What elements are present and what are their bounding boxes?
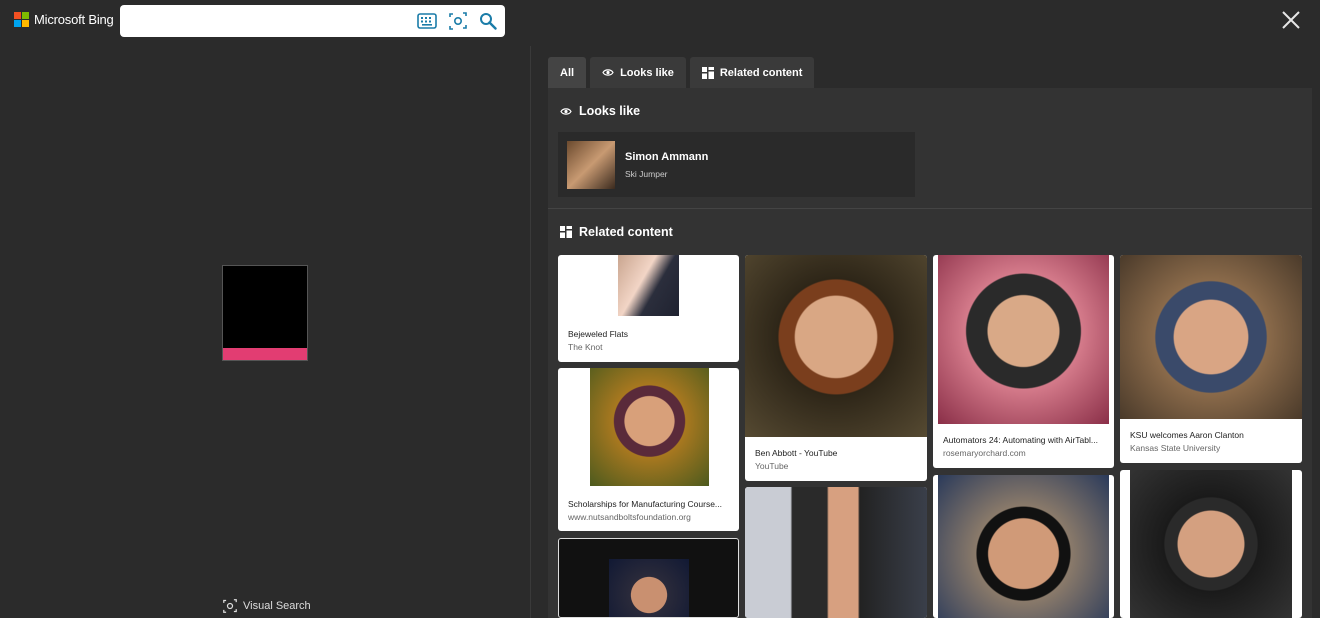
person-photo [567,140,615,189]
looks-like-title: Looks like [579,104,641,118]
person-card[interactable]: Simon Ammann Ski Jumper [558,132,915,197]
related-card[interactable]: Ben Abbott - YouTube YouTube [745,255,927,481]
person-name: Simon Ammann [625,150,709,163]
tab-all[interactable]: All [548,57,587,88]
search-box [120,5,505,37]
related-card[interactable]: Scholarships for Manufacturing Course...… [558,368,739,531]
card-image [618,255,679,316]
eye-icon [560,107,572,115]
tab-all-label: All [560,66,575,79]
eye-icon [602,69,614,76]
close-icon[interactable] [1280,9,1302,31]
results-panel: Looks like Simon Ammann Ski Jumper Relat… [548,88,1312,618]
related-content-title: Related content [579,225,673,239]
card-source: www.nutsandboltsfoundation.org [568,512,691,522]
card-source: YouTube [755,461,789,471]
card-caption: Automators 24: Automating with AirTabl..… [943,435,1098,445]
search-icon[interactable] [478,11,498,31]
card-caption: Bejeweled Flats [568,329,629,339]
card-image [938,475,1109,618]
card-image [609,559,689,617]
card-image [590,368,709,486]
card-source: The Knot [568,342,603,352]
visual-search-label: Visual Search [243,600,311,612]
image-preview-pane: Visual Search [0,46,531,618]
visual-search-button[interactable]: Visual Search [223,599,311,613]
query-image[interactable] [222,265,308,361]
card-image [745,487,927,618]
brand-name: Microsoft Bing [34,12,114,27]
grid-icon [701,66,714,79]
looks-like-heading: Looks like [560,104,640,118]
related-card[interactable]: Automators 24: Automating with AirTabl..… [933,255,1114,468]
tab-related-content-label: Related content [719,66,803,79]
related-card[interactable] [933,475,1114,618]
related-card[interactable] [745,487,927,618]
section-divider [548,208,1312,209]
card-image [745,255,927,437]
person-subtitle: Ski Jumper [625,168,668,179]
query-image-strip [223,348,307,360]
tab-looks-like[interactable]: Looks like [590,57,686,88]
related-card[interactable]: Bejeweled Flats The Knot [558,255,739,362]
card-image [938,255,1109,424]
keyboard-icon[interactable] [417,11,437,31]
card-source: Kansas State University [1130,443,1221,453]
tab-looks-like-label: Looks like [620,66,674,79]
related-card[interactable] [558,538,739,618]
grid-icon [560,226,572,238]
card-source: rosemaryorchard.com [943,448,1026,458]
card-caption: Scholarships for Manufacturing Course... [568,499,723,509]
card-image [1120,255,1302,419]
results-pane: All Looks like Related content Looks lik… [532,46,1320,618]
related-content-heading: Related content [560,225,673,239]
bing-logo[interactable]: Microsoft Bing [14,12,114,27]
card-caption: Ben Abbott - YouTube [755,448,838,458]
results-tabs: All Looks like Related content [548,57,815,88]
related-card[interactable]: KSU welcomes Aaron Clanton Kansas State … [1120,255,1302,463]
card-image [1130,470,1292,618]
search-input[interactable] [128,11,408,31]
visual-search-icon [223,599,237,613]
microsoft-logo-icon [14,12,29,27]
tab-related-content[interactable]: Related content [689,57,815,88]
related-card[interactable] [1120,470,1302,618]
top-bar: Microsoft Bing [0,0,1320,46]
card-caption: KSU welcomes Aaron Clanton [1130,430,1244,440]
visual-search-icon[interactable] [448,11,468,31]
